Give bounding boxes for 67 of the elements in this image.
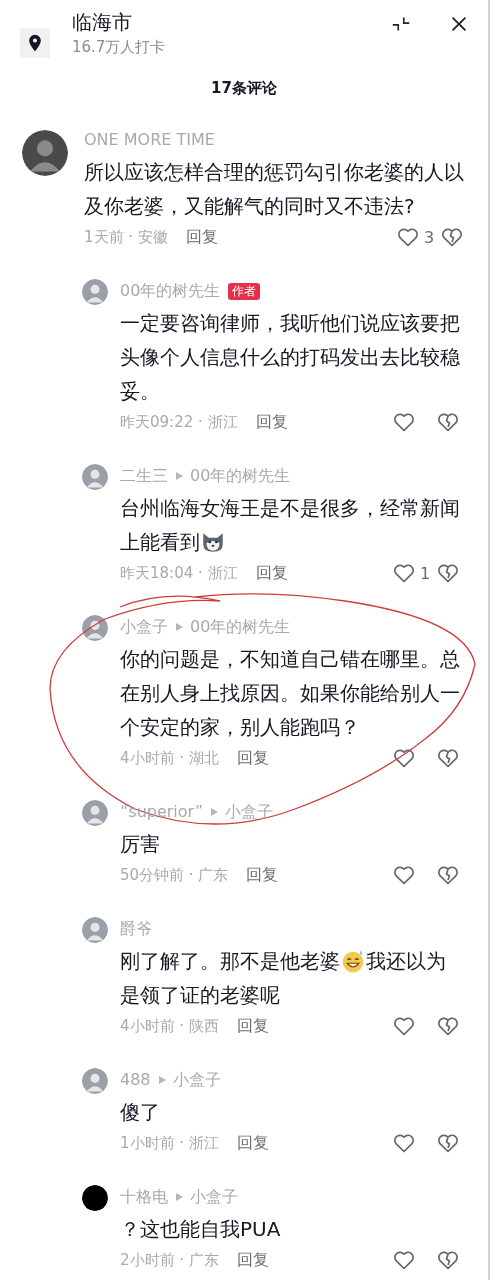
sweat-grin-emoji-icon [340, 948, 366, 974]
location-title: 临海市 [72, 9, 133, 36]
reply-button[interactable]: 回复 [255, 562, 288, 584]
username[interactable]: 488 [120, 1068, 151, 1092]
time-location: 50分钟前 · 广东 [120, 865, 229, 885]
username[interactable]: 00年的树先生 [120, 279, 221, 303]
broken-heart-icon[interactable] [436, 863, 460, 887]
time-location: 昨天18:04 · 浙江 [120, 563, 238, 583]
like-count: 1 [420, 563, 431, 583]
username[interactable]: 爵爷 [120, 917, 152, 941]
reply-target[interactable]: 小盒子 [190, 1185, 238, 1209]
reply-button[interactable]: 回复 [236, 747, 269, 769]
comment-text: ？这也能自我PUA [120, 1216, 282, 1243]
broken-heart-icon[interactable] [436, 561, 460, 585]
time-location: 昨天09:22 · 浙江 [120, 412, 238, 432]
comment-text: 厉害 [120, 831, 161, 858]
author-badge: 作者 [228, 282, 261, 300]
reply-arrow-icon [174, 471, 184, 481]
broken-heart-icon[interactable] [436, 1131, 460, 1155]
like-heart-icon[interactable] [392, 1014, 416, 1038]
avatar[interactable] [22, 130, 68, 176]
comment-text: 傻了 [120, 1099, 161, 1126]
checkin-count: 16.7万人打卡 [72, 37, 167, 58]
broken-heart-icon[interactable] [436, 746, 460, 770]
comment-text: 你的问题是，不知道自己错在哪里。总在别人身上找原因。如果你能给别人一个安定的家，别人能跑吗？ [120, 646, 460, 741]
reply-target[interactable]: 00年的树先生 [190, 615, 291, 639]
comment-text: 刚了解了。那不是他老婆 我还以为是领了证的老婆呢 [120, 947, 447, 1009]
like-heart-icon[interactable] [392, 410, 416, 434]
like-count: 3 [424, 227, 435, 247]
broken-heart-icon[interactable] [436, 1248, 460, 1272]
reply-arrow-icon [209, 807, 220, 817]
reply-arrow-icon [174, 622, 184, 632]
reply-button[interactable]: 回复 [236, 1249, 269, 1271]
username[interactable]: ONE MORE TIME [84, 128, 464, 152]
time-location: 1小时前 · 浙江 [120, 1133, 219, 1153]
avatar[interactable] [82, 1185, 108, 1211]
reply-button[interactable]: 回复 [255, 411, 288, 433]
comment-text: 台州临海女海王是不是很多，经常新闻上能看到 [120, 495, 460, 557]
username[interactable]: 二生三 [120, 464, 168, 488]
comment-text: 一定要咨询律师，我听他们说应该要把头像个人信息什么的打码发出去比较稳妥。 [120, 310, 460, 405]
username[interactable]: 十格电 [120, 1185, 168, 1209]
like-heart-icon[interactable] [392, 1131, 416, 1155]
time-location: 1天前 · 安徽 [84, 227, 168, 247]
reply-target[interactable]: 00年的树先生 [190, 464, 291, 488]
comment-text: 所以应该怎样合理的惩罚勾引你老婆的人以及你老婆，又能解气的同时又不违法? [84, 159, 464, 220]
like-heart-icon[interactable] [392, 1248, 416, 1272]
reply-button[interactable]: 回复 [246, 864, 279, 886]
reply-target[interactable]: 小盒子 [225, 800, 274, 824]
time-location: 2小时前 · 广东 [120, 1250, 219, 1270]
like-heart-icon[interactable] [392, 863, 416, 887]
broken-heart-icon[interactable] [440, 225, 464, 249]
time-location: 4小时前 · 陕西 [120, 1016, 219, 1036]
broken-heart-icon[interactable] [436, 410, 460, 434]
comment-count: 17条评论 [210, 78, 278, 98]
reply-arrow-icon [174, 1192, 184, 1202]
reply-button[interactable]: 回复 [185, 226, 218, 248]
like-heart-icon[interactable] [396, 225, 420, 249]
like-heart-icon[interactable] [392, 561, 416, 585]
broken-heart-icon[interactable] [436, 1014, 460, 1038]
reply-target[interactable]: 小盒子 [172, 1068, 221, 1092]
time-location: 4小时前 · 湖北 [120, 748, 219, 768]
username[interactable]: 小盒子 [120, 615, 168, 639]
reply-button[interactable]: 回复 [236, 1015, 269, 1037]
like-heart-icon[interactable] [392, 746, 416, 770]
reply-button[interactable]: 回复 [236, 1132, 269, 1154]
reply-arrow-icon [156, 1075, 167, 1085]
location-pin-icon [20, 28, 50, 58]
